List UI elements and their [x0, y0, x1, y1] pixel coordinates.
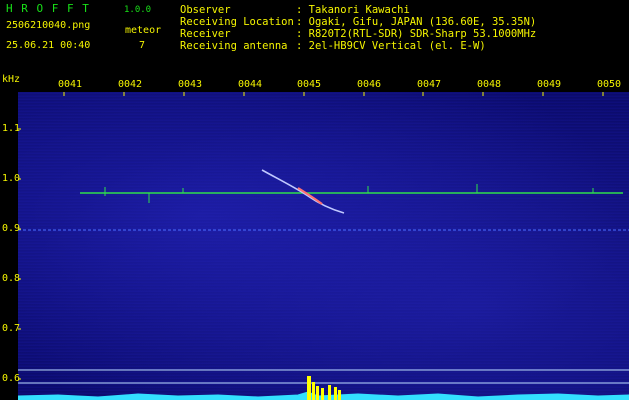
- antenna-label: Receiving antenna: [180, 40, 288, 52]
- location-value: : Ogaki, Gifu, JAPAN (136.60E, 35.35N): [296, 16, 537, 28]
- y-axis-unit: kHz: [2, 74, 21, 85]
- meteor-head: [297, 187, 323, 205]
- observer-value: : Takanori Kawachi: [296, 4, 410, 16]
- y-tick-label: 0.7: [2, 323, 21, 334]
- x-tick-label: 0044: [238, 79, 263, 90]
- y-tick-label: 1.0: [2, 173, 21, 184]
- x-tick-label: 0049: [537, 79, 562, 90]
- spectrogram: [18, 92, 629, 400]
- y-tick-label: 0.9: [2, 223, 21, 234]
- header-panel: H R O F F T 1.0.0 2506210040.png 25.06.2…: [0, 0, 629, 75]
- event-type-label: meteor: [125, 25, 162, 36]
- x-tick-marks: [63, 92, 604, 96]
- app-version: 1.0.0: [124, 5, 152, 15]
- y-tick-label: 1.1: [2, 123, 21, 134]
- timestamp: 25.06.21 00:40: [6, 40, 91, 51]
- file-name: 2506210040.png: [6, 20, 91, 31]
- event-count: 7: [139, 40, 146, 51]
- observer-label: Observer: [180, 4, 231, 16]
- x-tick-label: 0043: [178, 79, 203, 90]
- hrofft-window: H R O F F T 1.0.0 2506210040.png 25.06.2…: [0, 0, 629, 400]
- receiver-label: Receiver: [180, 28, 231, 40]
- y-tick-label: 0.6: [2, 373, 21, 384]
- x-tick-label: 0048: [477, 79, 502, 90]
- x-tick-label: 0042: [118, 79, 143, 90]
- x-tick-label: 0050: [597, 79, 622, 90]
- x-tick-label: 0046: [357, 79, 382, 90]
- receiver-value: : R820T2(RTL-SDR) SDR-Sharp 53.1000MHz: [296, 28, 537, 40]
- spectrum-peak: [307, 376, 341, 400]
- y-tick-marks: [18, 128, 21, 380]
- spectrogram-plot: [18, 92, 629, 400]
- x-tick-label: 0047: [417, 79, 442, 90]
- location-label: Receiving Location: [180, 16, 294, 28]
- x-tick-label: 0045: [297, 79, 322, 90]
- x-tick-label: 0041: [58, 79, 83, 90]
- app-title: H R O F F T: [6, 2, 90, 15]
- antenna-value: : 2el-HB9CV Vertical (el. E-W): [296, 40, 486, 52]
- y-tick-label: 0.8: [2, 273, 21, 284]
